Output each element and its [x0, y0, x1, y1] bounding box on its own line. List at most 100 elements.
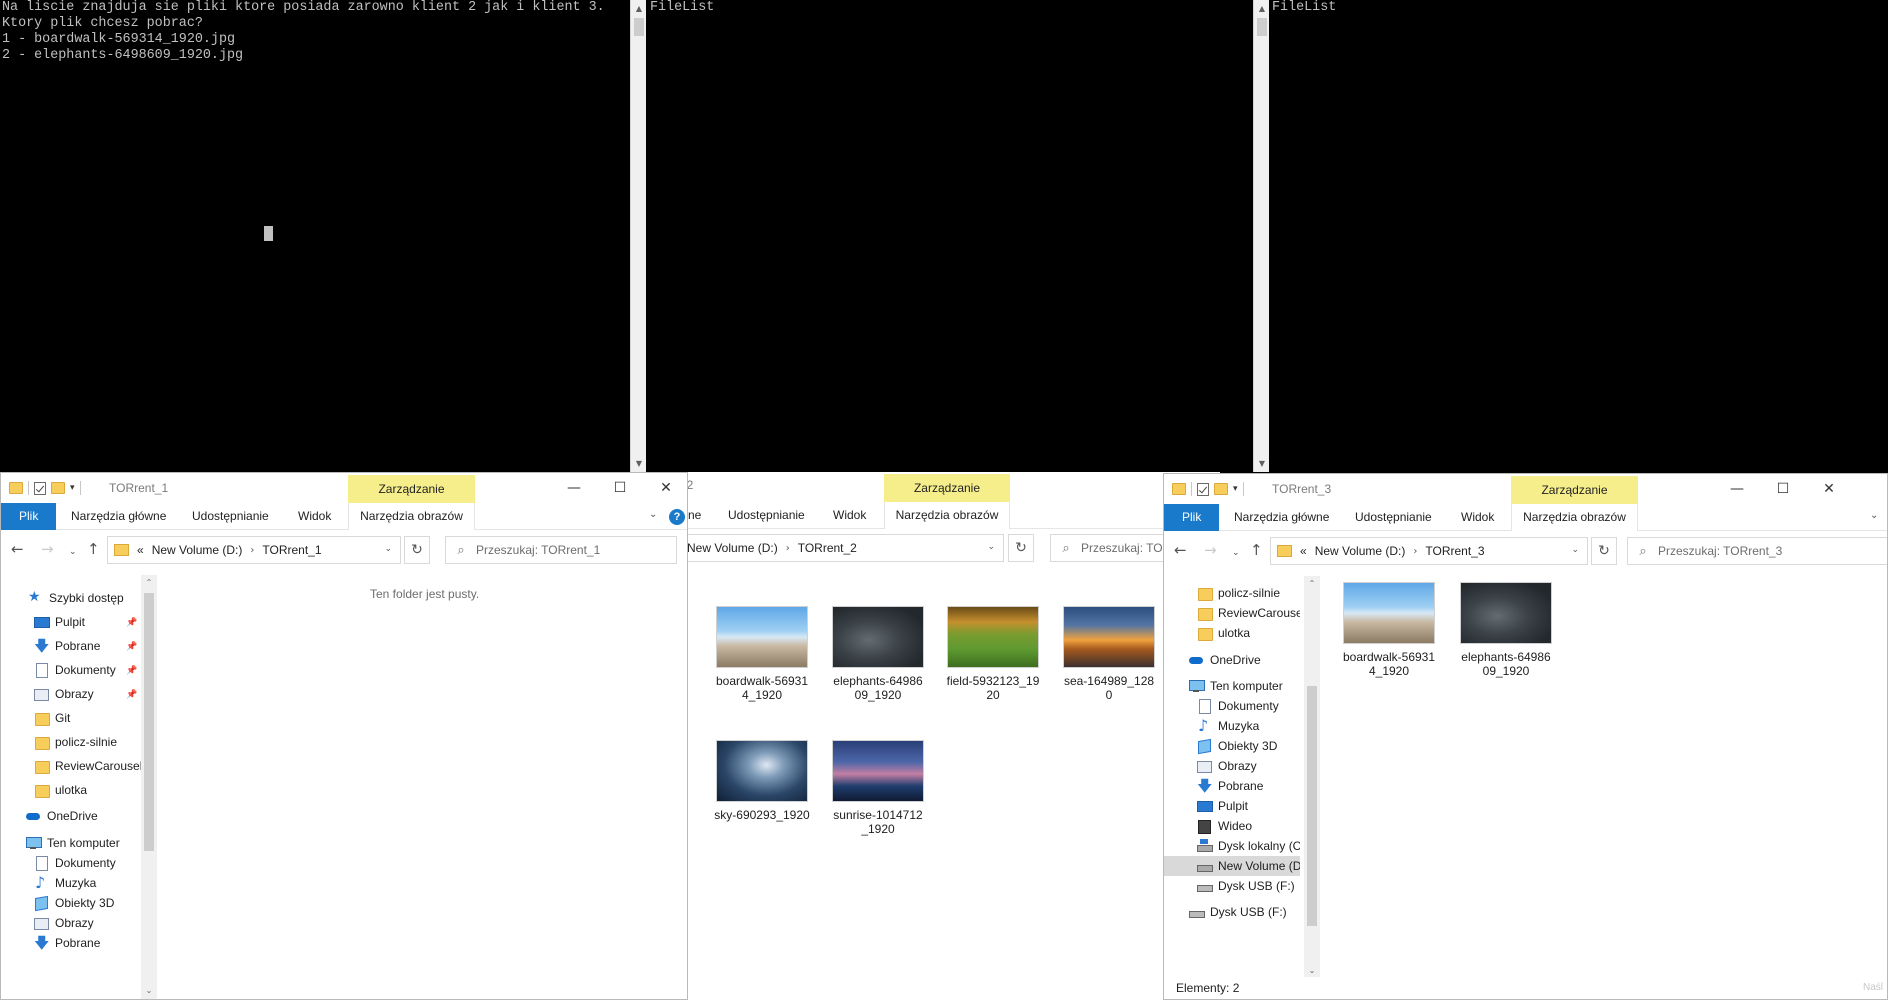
- file-item[interactable]: elephants-6498609_1920: [1458, 582, 1554, 678]
- title-bar[interactable]: ▾ TORrent_1 Zarządzanie — ☐ ✕: [1, 473, 687, 503]
- file-item[interactable]: elephants-6498609_1920: [830, 606, 926, 702]
- expand-ribbon-icon[interactable]: ⌄: [1870, 510, 1878, 521]
- nav-item-pictures[interactable]: Obrazy: [33, 913, 94, 933]
- ribbon-tab-view[interactable]: Widok: [1453, 504, 1502, 531]
- nav-item-videos[interactable]: Wideo: [1196, 816, 1252, 836]
- breadcrumb-overflow[interactable]: «: [1300, 544, 1307, 558]
- manage-tab[interactable]: Zarządzanie: [884, 474, 1010, 502]
- expand-ribbon-icon[interactable]: ⌄: [649, 509, 657, 520]
- refresh-button[interactable]: ↻: [404, 536, 430, 564]
- scroll-down-icon[interactable]: ⌄: [141, 983, 157, 999]
- nav-item-downloads[interactable]: Pobrane: [33, 933, 100, 958]
- ribbon-tab-share[interactable]: Udostępnianie: [1347, 504, 1440, 531]
- recent-locations-icon[interactable]: ⌄: [69, 544, 77, 560]
- nav-pane-scrollbar[interactable]: ⌃ ⌄: [1304, 576, 1320, 979]
- properties-icon[interactable]: [1197, 482, 1209, 496]
- new-folder-icon[interactable]: [51, 482, 65, 494]
- nav-item-quick-access[interactable]: Szybki dostęp: [27, 588, 124, 608]
- nav-item-pictures[interactable]: Obrazy: [33, 684, 94, 704]
- file-item[interactable]: sunrise-1014712_1920: [830, 740, 926, 836]
- explorer-window-torrent-3[interactable]: ▾ TORrent_3 Zarządzanie — ☐ ✕ Plik Narzę…: [1163, 473, 1888, 1000]
- scroll-up-icon[interactable]: ▲: [631, 0, 647, 17]
- nav-item-new-volume[interactable]: New Volume (D:: [1164, 856, 1300, 876]
- nav-item-3d-objects[interactable]: Obiekty 3D: [1196, 736, 1277, 756]
- search-input[interactable]: ⌕ Przeszukaj: TORrent_3: [1627, 537, 1887, 565]
- nav-item-folder[interactable]: policz-silnie: [1196, 583, 1280, 603]
- address-bar[interactable]: « New Volume (D:) › TORrent_1 ⌄: [107, 536, 401, 564]
- nav-item-onedrive[interactable]: OneDrive: [25, 806, 98, 826]
- back-arrow-icon[interactable]: ←: [1174, 542, 1187, 558]
- close-button[interactable]: ✕: [643, 473, 687, 503]
- nav-item-usb-root[interactable]: Dysk USB (F:): [1188, 902, 1287, 922]
- scroll-down-icon[interactable]: ▼: [631, 455, 647, 472]
- nav-item-folder[interactable]: ulotka: [33, 780, 87, 800]
- nav-item-pictures[interactable]: Obrazy: [1196, 756, 1257, 776]
- nav-item-onedrive[interactable]: OneDrive: [1188, 650, 1261, 670]
- manage-tab[interactable]: Zarządzanie: [1511, 476, 1638, 504]
- nav-item-music[interactable]: Muzyka: [33, 873, 96, 893]
- ribbon-tab-image-tools[interactable]: Narzędzia obrazów: [348, 503, 475, 530]
- ribbon-tab-share[interactable]: Udostępnianie: [184, 503, 277, 530]
- up-arrow-icon[interactable]: ↑: [87, 541, 100, 557]
- breadcrumb-drive[interactable]: New Volume (D:): [1315, 544, 1406, 558]
- search-input[interactable]: ⌕ Przeszukaj: TORrent_1: [445, 536, 677, 564]
- address-bar[interactable]: New Volume (D:) › TORrent_2 ⌄: [680, 534, 1004, 562]
- ribbon-tab-view[interactable]: Widok: [290, 503, 339, 530]
- nav-item-desktop[interactable]: Pulpit: [33, 612, 85, 632]
- ribbon-tab-view[interactable]: Widok: [825, 502, 874, 529]
- scroll-thumb[interactable]: [144, 593, 154, 851]
- explorer-window-torrent-2[interactable]: _2 Zarządzanie ne Udostępnianie Widok Na…: [680, 472, 1220, 1000]
- scroll-up-icon[interactable]: ⌃: [141, 575, 157, 591]
- nav-item-downloads[interactable]: Pobrane: [1196, 776, 1263, 801]
- minimize-button[interactable]: —: [551, 473, 597, 503]
- chevron-down-icon[interactable]: ⌄: [1571, 545, 1579, 555]
- ribbon-tab-share[interactable]: Udostępnianie: [720, 502, 813, 529]
- nav-item-folder[interactable]: ReviewCarousel: [33, 756, 142, 776]
- nav-item-local-disk[interactable]: Dysk lokalny (C:): [1196, 836, 1300, 856]
- chevron-down-icon[interactable]: ⌄: [987, 542, 995, 552]
- recent-locations-icon[interactable]: ⌄: [1232, 545, 1240, 561]
- nav-pane-scrollbar[interactable]: ⌃ ⌄: [141, 575, 157, 999]
- nav-item-folder[interactable]: policz-silnie: [33, 732, 117, 752]
- file-item[interactable]: boardwalk-569314_1920: [1341, 582, 1437, 678]
- nav-item-music[interactable]: Muzyka: [1196, 716, 1259, 736]
- new-folder-icon[interactable]: [1214, 483, 1228, 495]
- maximize-button[interactable]: ☐: [597, 473, 643, 503]
- scroll-thumb[interactable]: [634, 18, 644, 36]
- ribbon-tab-file[interactable]: Plik: [1, 503, 57, 530]
- back-arrow-icon[interactable]: ←: [11, 541, 24, 557]
- file-item[interactable]: field-5932123_1920: [945, 606, 1041, 702]
- breadcrumb-overflow[interactable]: «: [137, 543, 144, 557]
- properties-icon[interactable]: [34, 481, 46, 495]
- nav-item-this-pc[interactable]: Ten komputer: [25, 833, 120, 853]
- breadcrumb-folder[interactable]: TORrent_2: [798, 541, 857, 555]
- breadcrumb-drive[interactable]: New Volume (D:): [687, 541, 778, 555]
- nav-item-folder[interactable]: Git: [33, 708, 70, 728]
- address-bar[interactable]: « New Volume (D:) › TORrent_3 ⌄: [1270, 537, 1588, 565]
- scroll-up-icon[interactable]: ⌃: [1304, 576, 1320, 592]
- breadcrumb-folder[interactable]: TORrent_1: [262, 543, 321, 557]
- console-window-1[interactable]: Na liscie znajduja sie pliki ktore posia…: [0, 0, 630, 472]
- ribbon-tab-image-tools[interactable]: Narzędzia obrazów: [1511, 504, 1638, 531]
- breadcrumb-drive[interactable]: New Volume (D:): [152, 543, 243, 557]
- nav-item-downloads[interactable]: Pobrane: [33, 636, 100, 661]
- ribbon-tab-image-tools[interactable]: Narzędzia obrazów: [884, 502, 1010, 529]
- customize-toolbar-icon[interactable]: ▾: [1233, 484, 1238, 494]
- up-arrow-icon[interactable]: ↑: [1250, 542, 1263, 558]
- customize-toolbar-icon[interactable]: ▾: [70, 483, 75, 493]
- ribbon-tab-file[interactable]: Plik: [1164, 504, 1220, 531]
- forward-arrow-icon[interactable]: →: [1204, 542, 1217, 558]
- nav-item-desktop[interactable]: Pulpit: [1196, 796, 1248, 816]
- scroll-up-icon[interactable]: ▲: [1254, 0, 1270, 17]
- scroll-thumb[interactable]: [1257, 18, 1267, 36]
- refresh-button[interactable]: ↻: [1008, 534, 1034, 562]
- title-bar[interactable]: ▾ TORrent_3 Zarządzanie — ☐ ✕: [1164, 474, 1887, 504]
- file-item[interactable]: sky-690293_1920: [714, 740, 810, 822]
- console-window-3[interactable]: FileList: [1270, 0, 1888, 472]
- file-item[interactable]: sea-164989_1280: [1061, 606, 1157, 702]
- chevron-down-icon[interactable]: ⌄: [384, 544, 392, 554]
- close-button[interactable]: ✕: [1806, 474, 1852, 504]
- nav-item-this-pc[interactable]: Ten komputer: [1188, 676, 1283, 696]
- nav-item-folder[interactable]: ReviewCarousel: [1196, 603, 1300, 623]
- refresh-button[interactable]: ↻: [1591, 537, 1617, 565]
